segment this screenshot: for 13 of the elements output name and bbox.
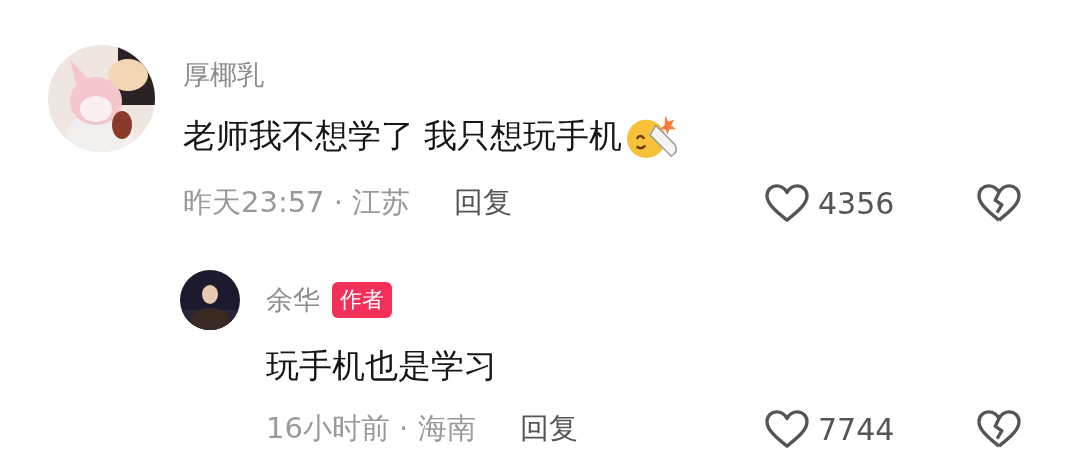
comment-text: 老师我不想学了 我只想玩手机 bbox=[183, 114, 623, 157]
heart-icon bbox=[764, 183, 810, 223]
like-button[interactable]: 7744 bbox=[764, 409, 924, 449]
dislike-icon[interactable] bbox=[976, 183, 1022, 223]
comment-time-location: 16小时前 · 海南 bbox=[266, 410, 476, 447]
author-tag: 作者 bbox=[332, 282, 392, 318]
comment-text: 玩手机也是学习 bbox=[266, 344, 497, 387]
dislike-icon[interactable] bbox=[976, 409, 1022, 449]
comment-time-location: 昨天23:57 · 江苏 bbox=[183, 184, 411, 221]
reply-button[interactable]: 回复 bbox=[519, 409, 578, 449]
heart-icon bbox=[764, 409, 810, 449]
reply-button[interactable]: 回复 bbox=[454, 183, 513, 223]
like-button[interactable]: 4356 bbox=[764, 183, 924, 223]
